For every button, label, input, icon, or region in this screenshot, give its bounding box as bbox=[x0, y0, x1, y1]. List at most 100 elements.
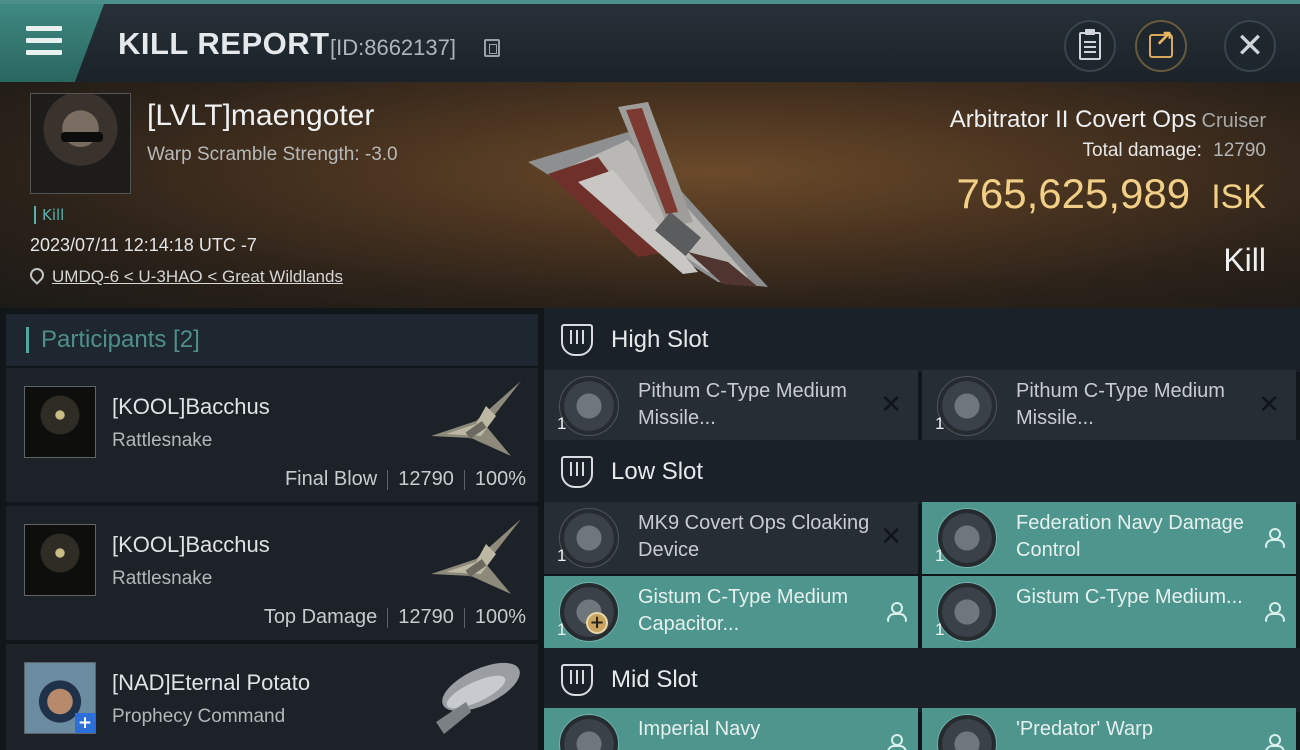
missile-launcher-icon bbox=[559, 376, 619, 436]
module-name: MK9 Covert Ops Cloaking Device bbox=[638, 512, 870, 561]
module-qty: 1 bbox=[557, 546, 567, 565]
isk-value-row: 765,625,989 ISK bbox=[957, 170, 1266, 218]
participant-card[interactable]: + [NAD]Eternal Potato Prophecy Command bbox=[6, 644, 538, 750]
participants-panel: Participants [2] [KOOL]Bacchus Rattlesna… bbox=[6, 314, 538, 750]
module-name: Gistum C-Type Medium... bbox=[1016, 586, 1243, 608]
victim-name[interactable]: [LVLT]maengoter bbox=[147, 99, 374, 133]
victim-ship-class: Cruiser bbox=[1201, 110, 1266, 132]
participant-damage: 12790 bbox=[398, 468, 454, 490]
participant-card[interactable]: [KOOL]Bacchus Rattlesnake Final Blow 127… bbox=[6, 368, 538, 502]
isk-unit: ISK bbox=[1211, 178, 1266, 216]
close-button[interactable]: ✕ bbox=[1224, 20, 1276, 72]
module-qty: 1 bbox=[935, 546, 945, 565]
slot-title: Mid Slot bbox=[611, 666, 698, 693]
clipboard-button[interactable] bbox=[1064, 20, 1116, 72]
copy-icon[interactable] bbox=[484, 39, 500, 57]
participant-avatar[interactable] bbox=[24, 386, 96, 458]
x-icon: ✕ bbox=[880, 522, 902, 552]
module-card[interactable]: 1 Imperial Navy bbox=[544, 708, 918, 750]
report-id: [ID:8662137] bbox=[330, 35, 456, 60]
participant-ship-image bbox=[431, 519, 521, 594]
isk-value: 765,625,989 bbox=[956, 170, 1191, 217]
warp-scramble-strength: Warp Scramble Strength: -3.0 bbox=[147, 144, 398, 165]
slot-title: High Slot bbox=[611, 326, 709, 353]
participant-avatar[interactable] bbox=[24, 524, 96, 596]
module-name: Federation Navy Damage Control bbox=[1016, 512, 1244, 561]
slot-icon bbox=[561, 324, 593, 356]
plus-icon: + bbox=[586, 612, 608, 634]
participants-header: Participants [2] bbox=[6, 314, 538, 366]
location-row[interactable]: UMDQ-6 < U-3HAO < Great Wildlands bbox=[30, 267, 343, 287]
x-icon: ✕ bbox=[880, 390, 902, 420]
person-icon bbox=[886, 734, 907, 750]
module-name: Pithum C-Type Medium Missile... bbox=[638, 380, 847, 429]
participant-ship-image bbox=[436, 662, 520, 734]
module-name: Pithum C-Type Medium Missile... bbox=[1016, 380, 1225, 429]
page-title: KILL REPORT bbox=[118, 26, 330, 61]
participant-ship-image bbox=[431, 381, 521, 456]
high-slot-header: High Slot bbox=[544, 308, 1300, 372]
module-card[interactable]: 1 Gistum C-Type Medium... bbox=[922, 576, 1296, 648]
total-damage-label: Total damage: bbox=[1082, 140, 1202, 161]
share-button[interactable] bbox=[1135, 20, 1187, 72]
module-card[interactable]: 1 Federation Navy Damage Control bbox=[922, 502, 1296, 574]
victim-ship-name[interactable]: Arbitrator II Covert Ops bbox=[950, 106, 1197, 133]
close-icon: ✕ bbox=[1235, 26, 1265, 66]
participant-card[interactable]: [KOOL]Bacchus Rattlesnake Top Damage 127… bbox=[6, 506, 538, 640]
slot-icon bbox=[561, 456, 593, 488]
slot-icon bbox=[561, 664, 593, 696]
participant-ship: Prophecy Command bbox=[112, 706, 286, 727]
participant-role: Final Blow bbox=[284, 468, 378, 490]
module-name: Imperial Navy bbox=[638, 718, 761, 740]
participant-name[interactable]: [KOOL]Bacchus bbox=[112, 394, 270, 420]
location-link[interactable]: UMDQ-6 < U-3HAO < Great Wildlands bbox=[52, 267, 343, 287]
module-qty: 1 bbox=[935, 620, 945, 639]
participant-name[interactable]: [NAD]Eternal Potato bbox=[112, 670, 310, 696]
participant-stats: Final Blow 12790 100% bbox=[285, 468, 526, 491]
module-card[interactable]: 1 Pithum C-Type Medium Missile... ✕ bbox=[922, 370, 1296, 442]
add-contact-icon[interactable]: + bbox=[75, 713, 95, 733]
share-icon bbox=[1149, 27, 1173, 58]
slot-title: Low Slot bbox=[611, 458, 704, 485]
module-qty: 1 bbox=[557, 620, 567, 639]
participants-title: Participants [2] bbox=[41, 326, 200, 353]
person-icon bbox=[886, 602, 907, 622]
victim-avatar[interactable] bbox=[30, 93, 131, 194]
kill-datetime: 2023/07/11 12:14:18 UTC -7 bbox=[30, 235, 257, 255]
victim-ship-image bbox=[528, 102, 768, 287]
module-qty: 1 bbox=[935, 414, 945, 433]
menu-button[interactable] bbox=[0, 4, 104, 82]
capacitor-icon bbox=[937, 582, 997, 642]
victim-ship-row: Arbitrator II Covert Ops Cruiser bbox=[950, 106, 1266, 134]
module-icon bbox=[559, 714, 619, 750]
participant-ship: Rattlesnake bbox=[112, 430, 213, 451]
total-damage-row: Total damage: 12790 bbox=[1083, 140, 1266, 162]
participant-percent: 100% bbox=[474, 468, 526, 490]
kill-tag: Kill bbox=[34, 206, 64, 224]
hamburger-icon bbox=[26, 26, 62, 62]
victim-banner: [LVLT]maengoter Warp Scramble Strength: … bbox=[0, 82, 1300, 308]
participant-stats: Top Damage 12790 100% bbox=[264, 606, 526, 629]
person-icon bbox=[1264, 734, 1285, 750]
module-card[interactable]: 1 Pithum C-Type Medium Missile... ✕ bbox=[544, 370, 918, 442]
participant-avatar[interactable]: + bbox=[24, 662, 96, 734]
participant-name[interactable]: [KOOL]Bacchus bbox=[112, 532, 270, 558]
clipboard-icon bbox=[1079, 29, 1101, 60]
missile-launcher-icon bbox=[937, 376, 997, 436]
participant-damage: 12790 bbox=[398, 606, 454, 628]
fittings-panel: High Slot 1 Pithum C-Type Medium Missile… bbox=[544, 308, 1300, 750]
module-card[interactable]: 1 'Predator' Warp bbox=[922, 708, 1296, 750]
low-slot-header: Low Slot bbox=[544, 440, 1300, 504]
top-bar: KILL REPORT [ID:8662137] ✕ bbox=[0, 0, 1300, 82]
result-label: Kill bbox=[1223, 242, 1266, 278]
person-icon bbox=[1264, 602, 1285, 622]
module-card[interactable]: 1 MK9 Covert Ops Cloaking Device ✕ bbox=[544, 502, 918, 574]
participant-ship: Rattlesnake bbox=[112, 568, 213, 589]
damage-control-icon bbox=[937, 508, 997, 568]
cloaking-device-icon bbox=[559, 508, 619, 568]
module-card[interactable]: + 1 Gistum C-Type Medium Capacitor... bbox=[544, 576, 918, 648]
mid-slot-header: Mid Slot bbox=[544, 648, 1300, 712]
person-icon bbox=[1264, 528, 1285, 548]
participant-percent: 100% bbox=[474, 606, 526, 628]
module-name: Gistum C-Type Medium Capacitor... bbox=[638, 586, 849, 635]
